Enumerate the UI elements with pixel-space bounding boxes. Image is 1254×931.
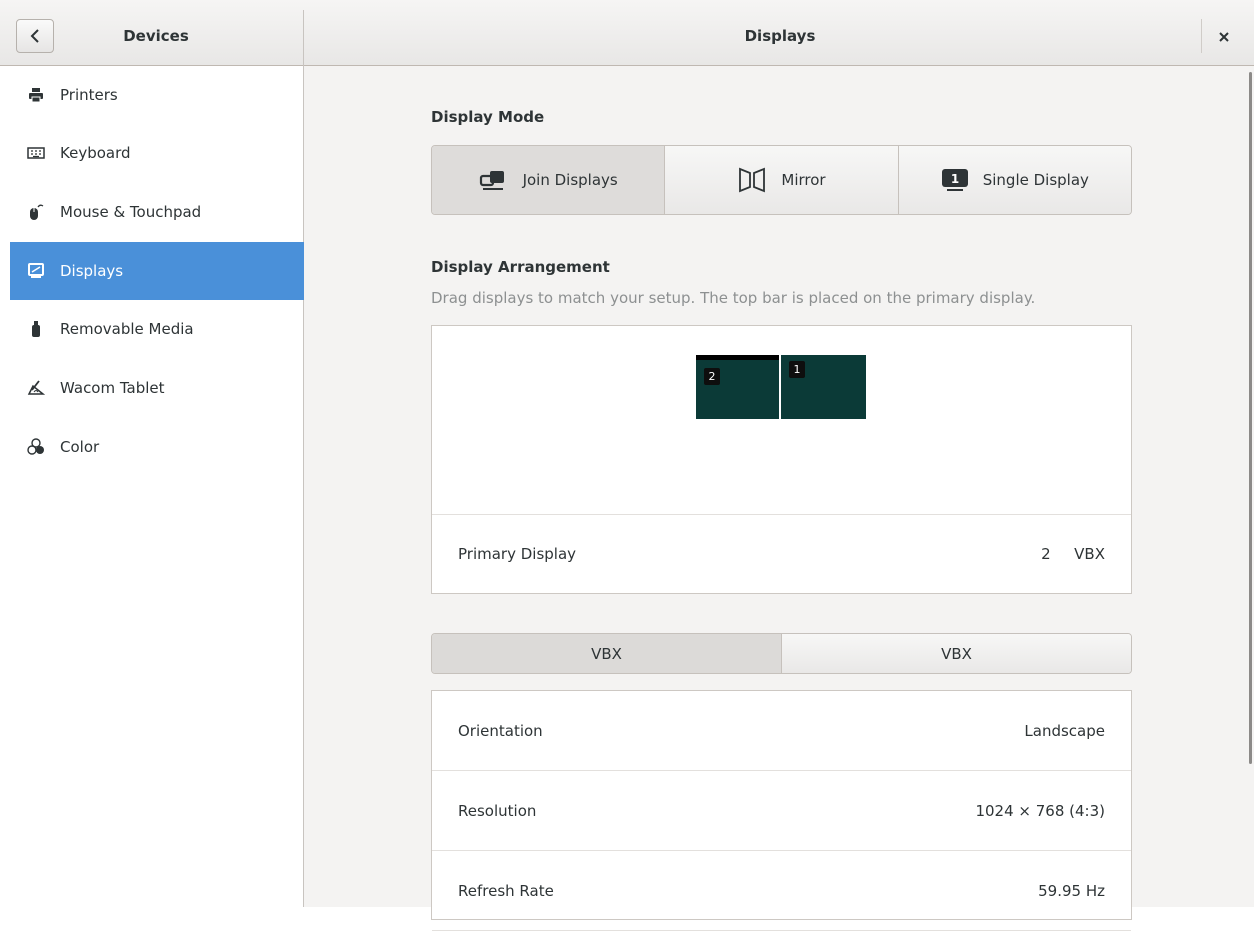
back-button[interactable] — [16, 19, 54, 53]
sidebar-item-label: Color — [60, 438, 100, 456]
monitor-number-badge: 2 — [704, 368, 720, 385]
primary-display-selector[interactable]: 2 VBX — [1041, 545, 1105, 563]
orientation-value: Landscape — [1024, 721, 1105, 740]
sidebar-item-printers[interactable]: Printers — [10, 66, 304, 124]
sidebar-item-label: Mouse & Touchpad — [60, 203, 202, 221]
primary-display-label: Primary Display — [458, 545, 577, 563]
join-displays-button[interactable]: Join Displays — [432, 146, 666, 214]
top-bar-indicator — [696, 355, 779, 360]
color-icon — [26, 437, 46, 457]
primary-display-name: VBX — [1074, 545, 1105, 563]
single-display-icon: 1 — [941, 169, 968, 191]
display-icon — [26, 261, 46, 281]
single-display-button[interactable]: 1 Single Display — [898, 146, 1131, 214]
sidebar-item-label: Printers — [60, 86, 118, 104]
sidebar-item-label: Wacom Tablet — [60, 379, 165, 397]
mouse-icon — [26, 202, 46, 222]
page-title: Displays — [744, 27, 816, 45]
arrangement-hint: Drag displays to match your setup. The t… — [431, 289, 1036, 307]
scrollbar[interactable] — [1249, 72, 1252, 764]
monitor-preview-2[interactable]: 2 — [696, 355, 779, 419]
display-mode-title: Display Mode — [431, 108, 545, 126]
resolution-row[interactable]: Resolution 1024 × 768 (4:3) — [432, 771, 1131, 851]
display-mode-group: Join Displays Mirror 1 Single Display — [431, 145, 1132, 215]
monitor-number-badge: 1 — [789, 361, 805, 378]
tab-monitor-2[interactable]: VBX — [782, 634, 1131, 673]
mirror-label: Mirror — [781, 171, 826, 189]
orientation-row[interactable]: Orientation Landscape — [432, 691, 1131, 771]
sidebar-item-label: Removable Media — [60, 320, 194, 338]
monitor-tabs: VBX VBX — [431, 633, 1132, 674]
panel-title-devices: Devices — [123, 27, 189, 45]
sidebar-item-color[interactable]: Color — [10, 418, 304, 476]
usb-media-icon — [26, 319, 46, 339]
close-icon — [1219, 32, 1229, 42]
sidebar-item-removable-media[interactable]: Removable Media — [10, 300, 304, 358]
display-arrangement-title: Display Arrangement — [431, 258, 610, 276]
chevron-left-icon — [30, 29, 39, 43]
join-displays-label: Join Displays — [522, 171, 618, 189]
sidebar: Printers Keyboard Mouse & Touchpad Displ… — [0, 66, 304, 907]
resolution-value: 1024 × 768 (4:3) — [975, 801, 1105, 820]
close-separator — [1201, 19, 1202, 53]
keyboard-icon — [26, 143, 46, 163]
sidebar-item-wacom-tablet[interactable]: Wacom Tablet — [10, 359, 304, 417]
monitor-preview-1[interactable]: 1 — [781, 355, 866, 419]
printer-icon — [26, 85, 46, 105]
refresh-rate-row[interactable]: Refresh Rate 59.95 Hz — [432, 851, 1131, 931]
svg-text:1: 1 — [951, 172, 959, 186]
primary-display-number: 2 — [1041, 545, 1051, 563]
sidebar-item-label: Keyboard — [60, 144, 131, 162]
tablet-icon — [26, 378, 46, 398]
divider — [432, 514, 1131, 515]
sidebar-item-mouse-touchpad[interactable]: Mouse & Touchpad — [10, 183, 304, 241]
monitor-settings-panel: Orientation Landscape Resolution 1024 × … — [431, 690, 1132, 931]
single-display-label: Single Display — [982, 171, 1089, 189]
refresh-rate-value: 59.95 Hz — [1038, 881, 1105, 900]
join-displays-icon — [479, 171, 504, 190]
sidebar-item-keyboard[interactable]: Keyboard — [10, 124, 304, 182]
mirror-icon — [739, 167, 766, 193]
sidebar-item-displays[interactable]: Displays — [10, 242, 304, 300]
tab-monitor-1[interactable]: VBX — [432, 634, 782, 673]
arrangement-panel: 2 1 Primary Display 2 VBX — [431, 325, 1132, 594]
refresh-rate-label: Refresh Rate — [458, 881, 554, 900]
header-bar: Devices Displays — [0, 0, 1254, 66]
mirror-button[interactable]: Mirror — [665, 146, 899, 214]
resolution-label: Resolution — [458, 801, 537, 820]
close-button[interactable] — [1206, 22, 1242, 52]
sidebar-item-label: Displays — [60, 262, 124, 280]
orientation-label: Orientation — [458, 721, 543, 740]
